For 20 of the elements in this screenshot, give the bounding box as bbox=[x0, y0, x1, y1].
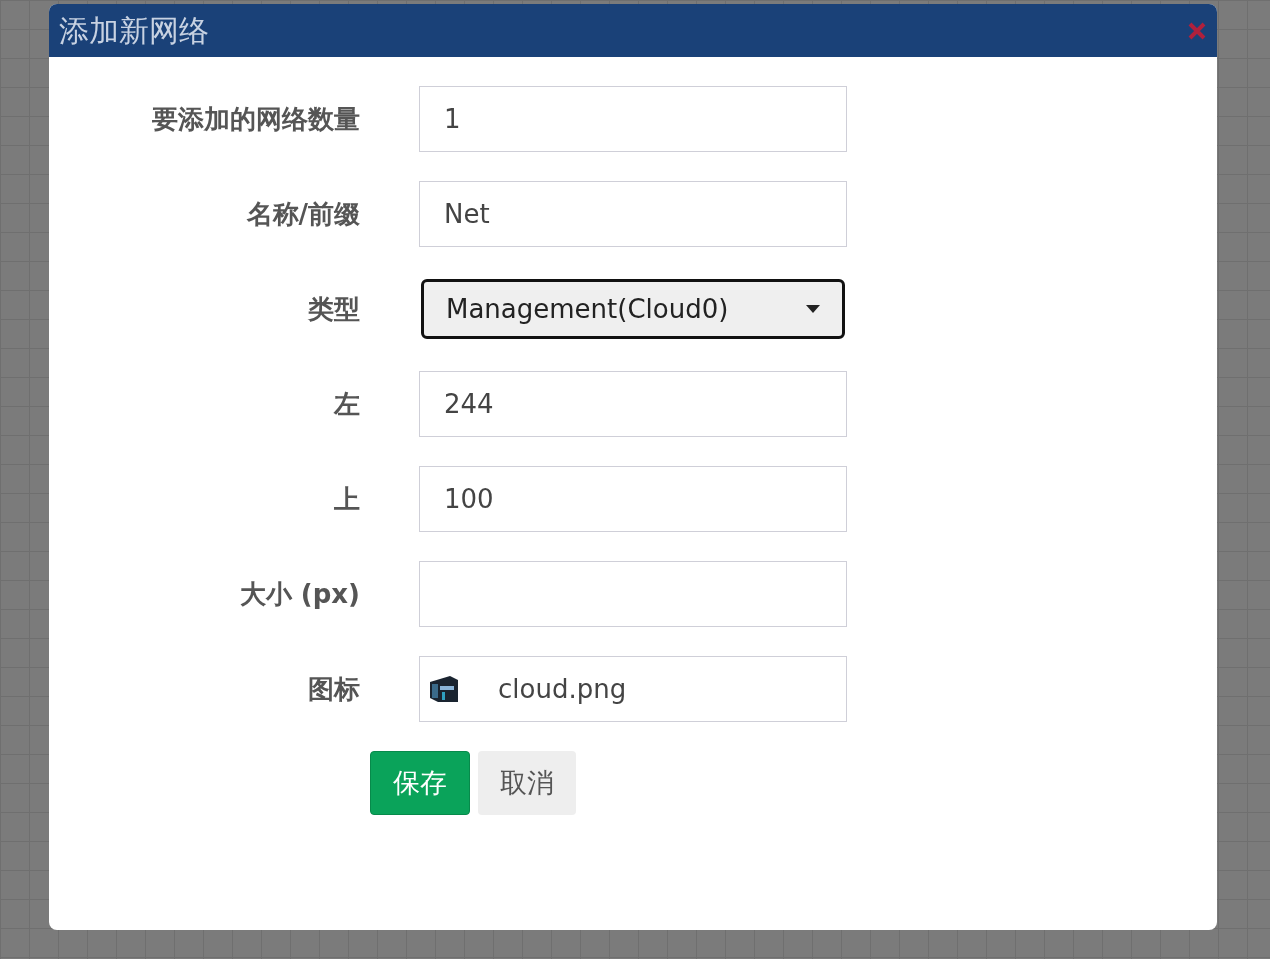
field-label: 类型 bbox=[308, 292, 360, 326]
field-label: 图标 bbox=[308, 672, 360, 706]
cancel-button[interactable]: 取消 bbox=[478, 751, 576, 815]
icon-field[interactable]: cloud.png bbox=[419, 656, 847, 722]
text-input-field[interactable]: 244 bbox=[419, 371, 847, 437]
text-input-field[interactable] bbox=[419, 561, 847, 627]
text-input-field[interactable]: 100 bbox=[419, 466, 847, 532]
server-rack-icon bbox=[428, 674, 460, 704]
icon-file-name: cloud.png bbox=[498, 672, 627, 706]
field-label: 上 bbox=[334, 482, 360, 516]
text-input-field[interactable]: 1 bbox=[419, 86, 847, 152]
text-input-field[interactable]: Net bbox=[419, 181, 847, 247]
field-label: 要添加的网络数量 bbox=[152, 102, 360, 136]
caret-icon bbox=[806, 305, 820, 313]
field-label: 大小 (px) bbox=[239, 577, 360, 611]
field-label: 左 bbox=[334, 387, 360, 421]
close-icon[interactable] bbox=[1187, 20, 1207, 41]
type-dropdown[interactable]: Management(Cloud0) bbox=[421, 279, 845, 339]
dialog-title: 添加新网络 bbox=[59, 12, 209, 50]
field-label: 名称/前缀 bbox=[246, 197, 360, 231]
